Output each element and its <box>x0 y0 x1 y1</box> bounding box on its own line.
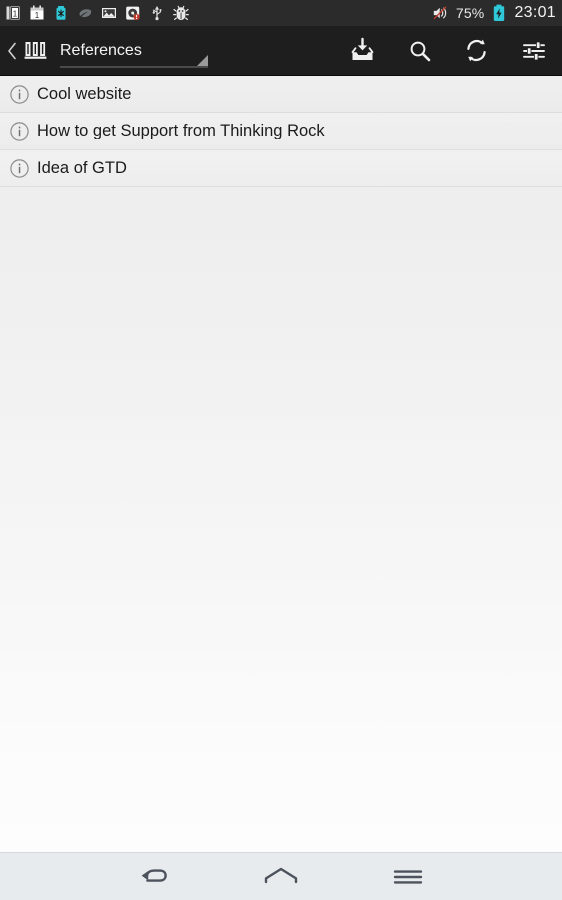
references-list: Cool website How to get Support from Thi… <box>0 76 562 187</box>
bug-debug-icon <box>172 4 190 22</box>
info-circle-icon[interactable] <box>8 120 30 142</box>
calendar-date-icon: 1 <box>28 4 46 22</box>
image-gallery-icon <box>100 4 118 22</box>
clock-label: 23:01 <box>514 4 556 21</box>
spinner-underline <box>60 66 208 68</box>
nav-recents-icon <box>394 869 423 884</box>
battery-charging-icon <box>490 4 508 22</box>
usb-icon <box>148 4 166 22</box>
storage-alert-icon <box>124 4 142 22</box>
search-button[interactable] <box>391 26 448 76</box>
search-icon <box>410 41 430 61</box>
list-item-title: Idea of GTD <box>37 159 127 177</box>
sync-button[interactable] <box>448 26 505 76</box>
list-item-title: How to get Support from Thinking Rock <box>37 122 325 140</box>
nav-recents-button[interactable] <box>345 853 472 900</box>
action-bar: References <box>0 26 562 76</box>
nav-home-icon <box>264 867 298 883</box>
list-item[interactable]: Idea of GTD <box>0 150 562 187</box>
battery-percent-label: 75% <box>455 5 485 21</box>
battery-saver-icon <box>52 4 70 22</box>
app-screen: 1 1 75% 23:01 References Cool website Ho… <box>0 0 562 900</box>
volume-mute-icon <box>432 4 450 22</box>
action-bar-home-area[interactable]: References <box>0 26 208 75</box>
nav-back-button[interactable] <box>90 853 217 900</box>
status-bar-notifications: 1 1 <box>4 4 190 22</box>
calendar-day-1-icon: 1 <box>4 4 22 22</box>
list-item-title: Cool website <box>37 85 132 103</box>
collect-inbox-button[interactable] <box>334 26 391 76</box>
inbox-download-icon <box>351 37 374 60</box>
settings-button[interactable] <box>505 26 562 76</box>
library-books-icon[interactable] <box>22 38 48 64</box>
svg-text:1: 1 <box>13 10 18 19</box>
status-bar-system: 75% 23:01 <box>432 4 556 22</box>
list-item[interactable]: Cool website <box>0 76 562 113</box>
content-area: Cool website How to get Support from Thi… <box>0 76 562 852</box>
system-navigation-bar <box>0 852 562 900</box>
info-circle-icon[interactable] <box>8 83 30 105</box>
sync-refresh-icon <box>467 39 486 62</box>
folder-spinner[interactable]: References <box>48 26 208 75</box>
leaf-icon <box>76 4 94 22</box>
spinner-caret-icon[interactable] <box>197 55 208 66</box>
list-item[interactable]: How to get Support from Thinking Rock <box>0 113 562 150</box>
nav-home-button[interactable] <box>217 853 344 900</box>
info-circle-icon[interactable] <box>8 157 30 179</box>
back-chevron-icon[interactable] <box>4 26 20 75</box>
spinner-selected-label: References <box>60 41 142 59</box>
action-bar-actions <box>334 26 562 75</box>
svg-text:1: 1 <box>35 11 40 20</box>
tune-sliders-icon <box>522 41 545 60</box>
status-bar: 1 1 75% 23:01 <box>0 0 562 26</box>
nav-back-arrow-icon <box>141 868 167 882</box>
